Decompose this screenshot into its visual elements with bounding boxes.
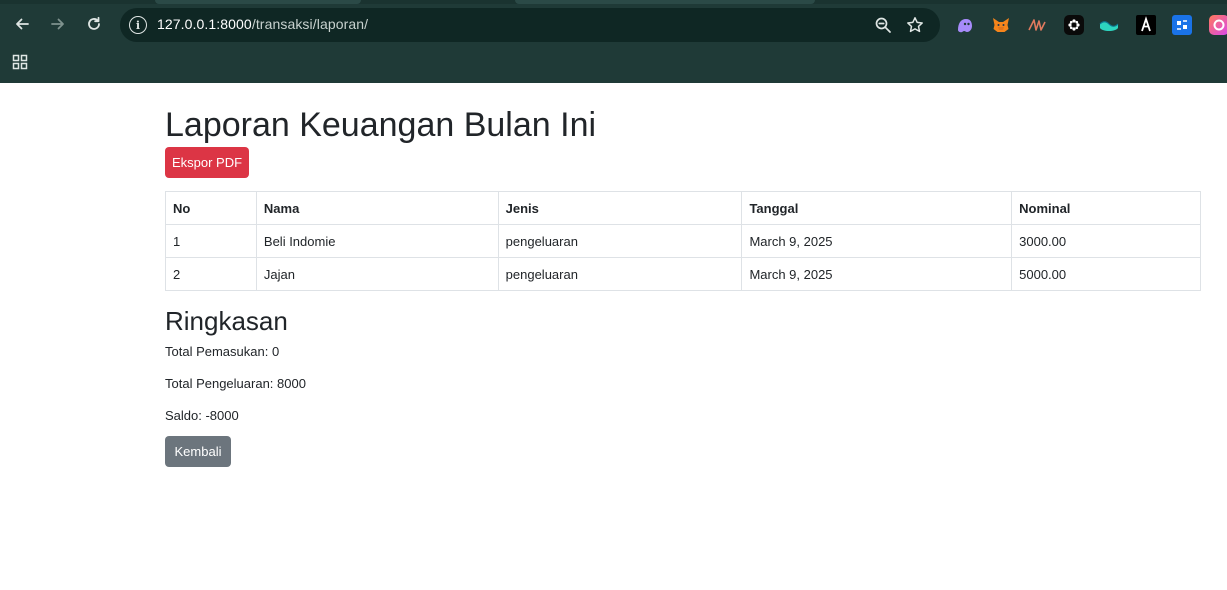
table-cell: March 9, 2025 [741, 257, 1013, 291]
transactions-table: No Nama Jenis Tanggal Nominal 1 Beli Ind… [165, 191, 1201, 291]
table-cell: Beli Indomie [255, 224, 499, 258]
table-header-row: No Nama Jenis Tanggal Nominal [165, 191, 1201, 225]
arrow-right-icon [51, 18, 64, 30]
arrow-left-icon [16, 18, 29, 30]
export-pdf-button[interactable]: Ekspor PDF [165, 147, 249, 178]
gradient-extension-icon[interactable] [1209, 15, 1227, 35]
reload-icon [88, 16, 100, 30]
page-title: Laporan Keuangan Bulan Ini [165, 106, 597, 144]
flower-extension-icon[interactable] [1064, 15, 1084, 35]
total-income-text: Total Pemasukan: 0 [165, 344, 280, 359]
wave-extension-icon[interactable] [1099, 15, 1119, 35]
back-link-button[interactable]: Kembali [165, 436, 231, 467]
column-header: Tanggal [741, 191, 1013, 225]
column-header: Nama [255, 191, 499, 225]
column-header: No [165, 191, 257, 225]
url-path: /transaksi/laporan/ [251, 16, 369, 32]
url-text[interactable]: 127.0.0.1:8000/transaksi/laporan/ [157, 16, 368, 32]
table-cell: pengeluaran [497, 224, 743, 258]
back-button[interactable] [7, 9, 37, 39]
signature-extension-icon[interactable] [1027, 15, 1047, 35]
table-cell: pengeluaran [497, 257, 743, 291]
zoom-icon[interactable] [874, 16, 892, 34]
tab[interactable] [155, 0, 361, 4]
column-header: Jenis [497, 191, 743, 225]
tab-strip [0, 0, 1227, 4]
bookmark-star-icon[interactable] [906, 16, 924, 34]
apps-grid-icon[interactable] [12, 54, 28, 70]
table-cell: Jajan [255, 257, 499, 291]
metamask-fox-icon[interactable] [991, 15, 1011, 35]
reload-button[interactable] [79, 9, 109, 39]
letter-a-extension-icon[interactable] [1136, 15, 1156, 35]
table-cell: 2 [165, 257, 257, 291]
page-content: Laporan Keuangan Bulan Ini Ekspor PDF No… [0, 83, 1227, 590]
balance-text: Saldo: -8000 [165, 408, 239, 423]
site-info-icon[interactable]: i [129, 16, 147, 34]
total-expense-text: Total Pengeluaran: 8000 [165, 376, 306, 391]
summary-heading: Ringkasan [165, 306, 288, 336]
table-cell: 5000.00 [1011, 257, 1201, 291]
column-header: Nominal [1011, 191, 1201, 225]
table-cell: 1 [165, 224, 257, 258]
tab[interactable] [515, 0, 815, 4]
forward-button[interactable] [43, 9, 73, 39]
url-host: 127.0.0.1:8000 [157, 16, 252, 32]
table-cell: March 9, 2025 [741, 224, 1013, 258]
table-cell: 3000.00 [1011, 224, 1201, 258]
address-bar[interactable]: i 127.0.0.1:8000/transaksi/laporan/ [120, 8, 940, 42]
table-row: 2 Jajan pengeluaran March 9, 2025 5000.0… [165, 257, 1201, 291]
ghost-extension-icon[interactable] [955, 15, 975, 35]
table-row: 1 Beli Indomie pengeluaran March 9, 2025… [165, 224, 1201, 258]
browser-toolbar: i 127.0.0.1:8000/transaksi/laporan/ [0, 0, 1227, 83]
blue-square-extension-icon[interactable] [1172, 15, 1192, 35]
